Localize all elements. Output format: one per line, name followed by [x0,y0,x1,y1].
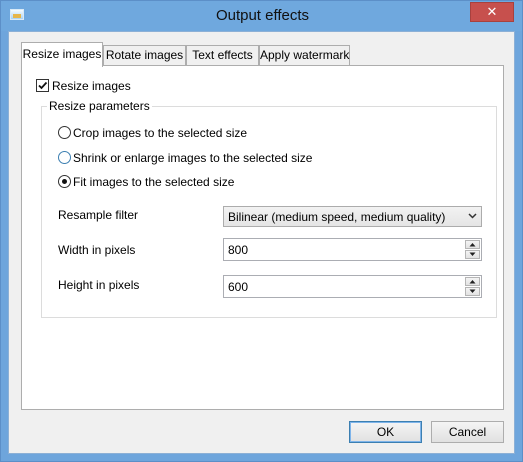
spin-down-icon [469,289,476,293]
height-input[interactable]: 600 [228,280,248,294]
check-icon [38,81,48,90]
spin-up-icon [469,243,476,247]
resize-parameters-group: Resize parameters Crop images to the sel… [41,99,497,318]
radio-button[interactable] [58,126,71,139]
tab-apply-watermark[interactable]: Apply watermark [259,45,350,65]
radio-button[interactable] [58,151,71,164]
height-spinner[interactable]: 600 [223,275,482,298]
resample-filter-select[interactable]: Bilinear (medium speed, medium quality) [223,206,482,227]
ok-button[interactable]: OK [349,421,422,443]
tab-resize-images[interactable]: Resize images [21,42,103,67]
height-spin-buttons [465,277,480,296]
width-spin-buttons [465,240,480,259]
radio-label: Shrink or enlarge images to the selected… [73,151,313,165]
resize-images-checkbox[interactable] [36,79,49,92]
close-button[interactable]: ✕ [470,2,514,22]
dialog-client-area: Resize images Rotate images Text effects… [8,31,515,454]
tab-text-effects[interactable]: Text effects [186,45,259,65]
dialog-window: Output effects ✕ Resize images Rotate im… [0,0,523,462]
width-spin-up-button[interactable] [465,240,480,249]
spin-down-icon [469,252,476,256]
radio-label: Fit images to the selected size [73,175,235,189]
radio-label: Crop images to the selected size [73,126,248,140]
window-title: Output effects [215,7,310,24]
tab-rotate-images[interactable]: Rotate images [103,45,186,65]
width-label: Width in pixels [58,243,136,257]
resize-images-panel: Resize images Resize parameters Crop ima… [21,65,504,410]
width-spinner[interactable]: 800 [223,238,482,261]
close-icon: ✕ [486,4,498,19]
radio-button[interactable] [58,175,71,188]
height-label: Height in pixels [58,278,140,292]
height-spin-up-button[interactable] [465,277,480,286]
height-spin-down-button[interactable] [465,287,480,296]
resample-filter-value: Bilinear (medium speed, medium quality) [228,210,446,224]
spin-up-icon [469,280,476,284]
chevron-down-icon [468,213,477,219]
cancel-button[interactable]: Cancel [431,421,504,443]
resample-filter-label: Resample filter [58,208,139,222]
group-title: Resize parameters [47,99,152,113]
width-spin-down-button[interactable] [465,250,480,259]
radio-selected-dot [62,179,67,184]
title-bar[interactable]: Output effects ✕ [1,1,522,31]
width-input[interactable]: 800 [228,243,248,257]
resize-images-label: Resize images [52,79,131,93]
